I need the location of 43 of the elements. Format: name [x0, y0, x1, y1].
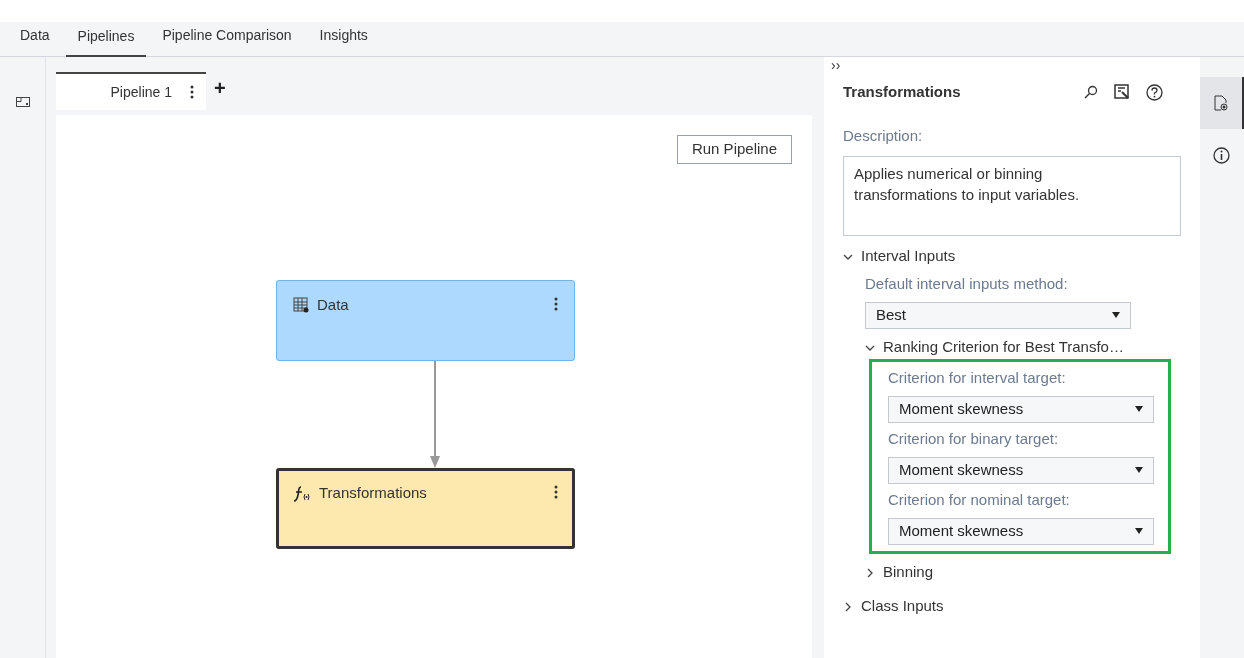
caret-icon	[1135, 467, 1143, 473]
panel-title: Transformations	[843, 81, 961, 102]
dropdown[interactable]: Moment skewness	[888, 395, 1154, 423]
caret-icon	[1135, 528, 1143, 534]
table-icon	[293, 297, 309, 313]
dropdown[interactable]: Moment skewness	[888, 456, 1154, 484]
main-tab[interactable]: Pipeline Comparison	[162, 25, 292, 56]
node-label: Transformations	[319, 485, 428, 501]
field-label: Criterion for interval target:	[888, 367, 1067, 388]
document-icon[interactable]	[1114, 84, 1130, 100]
pipeline-tab[interactable]: Pipeline 1	[56, 72, 206, 110]
section-title[interactable]: Ranking Criterion for Best Transfo…	[883, 336, 1124, 359]
add-tab-button[interactable]: +	[214, 78, 226, 104]
node-label: Data	[317, 297, 350, 313]
field-label: Default interval inputs method:	[865, 273, 1069, 294]
dropdown[interactable]: Best	[865, 301, 1131, 329]
main-tab[interactable]: Insights	[319, 25, 368, 56]
panel-icon[interactable]	[15, 97, 30, 107]
info-icon	[1212, 146, 1230, 164]
chevron-right-icon[interactable]	[843, 601, 853, 612]
run-pipeline-button[interactable]: Run Pipeline	[676, 135, 792, 164]
search-icon[interactable]	[1084, 85, 1098, 99]
function-icon	[293, 485, 311, 503]
chevron-right-icon[interactable]	[865, 567, 875, 578]
description-box[interactable]: Applies numerical or binning transformations to input variables.	[843, 155, 1181, 236]
document-icon	[1214, 95, 1228, 111]
help-icon[interactable]	[1146, 83, 1163, 101]
pipeline-node[interactable]: Transformations	[276, 468, 575, 549]
pipeline-node[interactable]: Data	[276, 280, 575, 361]
section-title[interactable]: Class Inputs	[861, 595, 944, 618]
section-title[interactable]: Binning	[883, 561, 934, 584]
field-label: Criterion for nominal target:	[888, 489, 1071, 510]
more-icon[interactable]	[190, 85, 194, 99]
description-label: Description:	[843, 126, 924, 146]
section-title[interactable]: Interval Inputs	[861, 245, 956, 268]
more-icon[interactable]	[554, 297, 558, 311]
collapse-button[interactable]: ››	[831, 57, 841, 73]
main-tab[interactable]: Data	[20, 25, 50, 56]
caret-icon	[1135, 406, 1143, 412]
caret-icon	[1112, 312, 1120, 318]
dropdown[interactable]: Moment skewness	[888, 517, 1154, 545]
more-icon[interactable]	[554, 485, 558, 499]
field-label: Criterion for binary target:	[888, 428, 1060, 449]
